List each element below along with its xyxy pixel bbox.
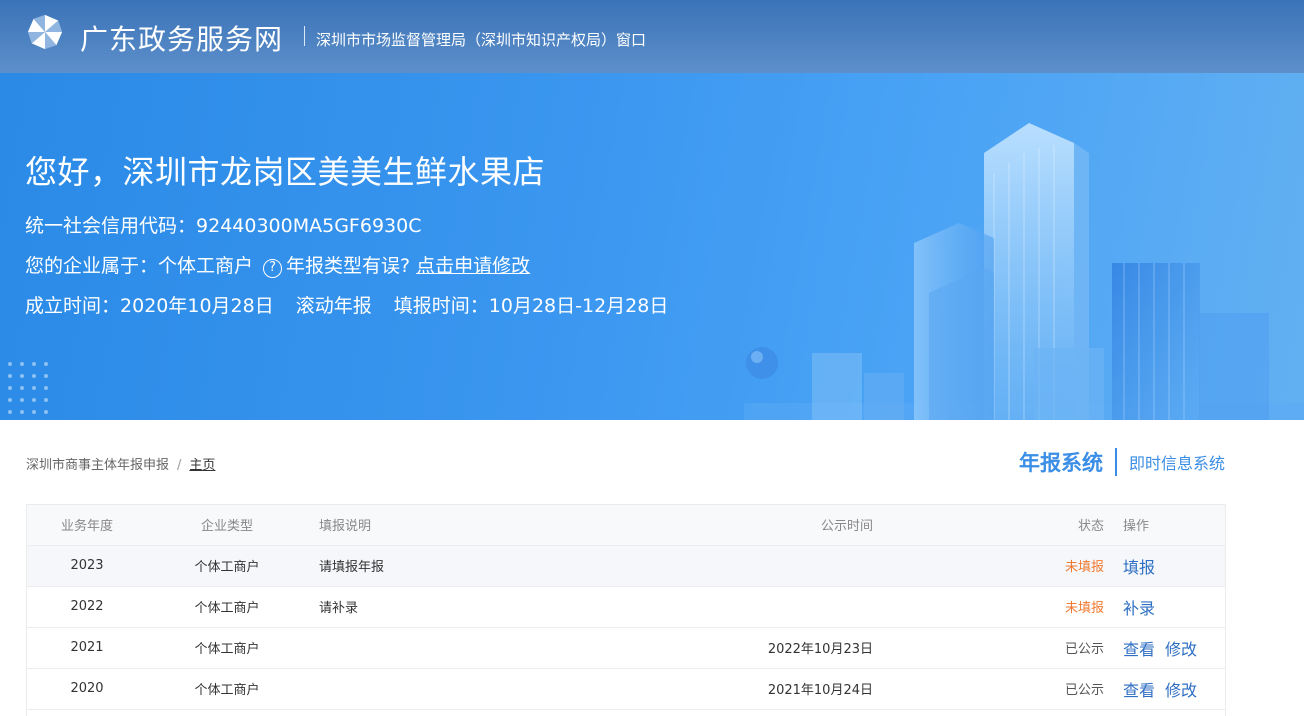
view-button[interactable]: 查看	[1123, 681, 1155, 700]
row-year: 2022	[27, 586, 147, 628]
row-year: 2023	[27, 545, 147, 587]
established-date: 2020年10月28日	[120, 295, 274, 317]
row-type: 个体工商户	[147, 627, 307, 669]
greeting: 您好，深圳市龙岗区美美生鲜水果店	[25, 153, 546, 191]
row-pub	[607, 586, 873, 628]
row-status: 已公示	[873, 627, 1123, 669]
edit-button[interactable]: 修改	[1165, 640, 1197, 659]
established-line: 成立时间：2020年10月28日 滚动年报 填报时间：10月28日-12月28日	[25, 291, 668, 318]
breadcrumb: 深圳市商事主体年报申报 / 主页	[26, 454, 215, 473]
title-divider	[304, 26, 305, 46]
breadcrumb-separator: /	[177, 458, 182, 473]
supplement-button[interactable]: 补录	[1123, 599, 1155, 618]
row-desc	[307, 668, 607, 710]
annual-report-table: 业务年度 企业类型 填报说明 公示时间 状态 操作 2023 个体工商户 请填报…	[26, 504, 1226, 716]
col-year-header: 业务年度	[27, 505, 147, 546]
view-button[interactable]: 查看	[1123, 640, 1155, 659]
row-ops: 查看 修改	[1123, 668, 1225, 710]
col-status-header: 状态	[873, 505, 1123, 546]
col-type-header: 企业类型	[147, 505, 307, 546]
credit-code: 92440300MA5GF6930C	[196, 215, 422, 237]
row-year: 2021	[27, 627, 147, 669]
breadcrumb-parent[interactable]: 深圳市商事主体年报申报	[26, 458, 169, 473]
category-value: 个体工商户	[158, 255, 254, 277]
hero-banner: 您好，深圳市龙岗区美美生鲜水果店 统一社会信用代码：92440300MA5GF6…	[0, 73, 1304, 420]
window-name: 深圳市市场监督管理局（深圳市知识产权局）窗口	[316, 31, 647, 49]
row-type: 个体工商户	[147, 586, 307, 628]
fill-report-button[interactable]: 填报	[1123, 558, 1155, 577]
city-illustration	[744, 123, 1304, 420]
col-pub-header: 公示时间	[607, 505, 873, 546]
row-type: 个体工商户	[147, 668, 307, 710]
edit-button[interactable]: 修改	[1165, 681, 1197, 700]
row-desc: 请补录	[307, 586, 607, 628]
site-name[interactable]: 广东政务服务网	[80, 18, 283, 58]
report-mode: 滚动年报	[295, 295, 372, 317]
table-row: 2023 个体工商户 请填报年报 未填报 填报	[27, 545, 1225, 587]
tab-annual-report-system[interactable]: 年报系统	[1019, 447, 1103, 477]
top-header: 广东政务服务网 深圳市市场监督管理局（深圳市知识产权局）窗口	[0, 0, 1304, 73]
row-ops: 查看 修改	[1123, 627, 1225, 669]
row-ops: 补录	[1123, 586, 1225, 628]
row-desc: 请填报年报	[307, 545, 607, 587]
table-row: 2022 个体工商户 请补录 未填报 补录	[27, 586, 1225, 628]
pinwheel-logo-icon[interactable]	[26, 13, 64, 51]
row-ops: 填报	[1123, 545, 1225, 587]
fill-period: 10月28日-12月28日	[488, 295, 669, 317]
table-header-row: 业务年度 企业类型 填报说明 公示时间 状态 操作	[27, 505, 1225, 546]
system-switch: 年报系统 即时信息系统	[1019, 446, 1225, 478]
col-desc-header: 填报说明	[307, 505, 607, 546]
row-year: 2020	[27, 668, 147, 710]
help-text: 年报类型有误?	[286, 255, 411, 277]
row-desc	[307, 627, 607, 669]
category-label: 您的企业属于：	[25, 255, 159, 277]
table-row: 2021 个体工商户 2022年10月23日 已公示 查看 修改	[27, 627, 1225, 669]
apply-change-link[interactable]: 点击申请修改	[416, 255, 530, 277]
decorative-dots	[8, 362, 48, 414]
col-op-header: 操作	[1123, 505, 1225, 546]
row-status: 未填报	[873, 545, 1123, 587]
row-pub	[607, 545, 873, 587]
category-line: 您的企业属于：个体工商户? 年报类型有误? 点击申请修改	[25, 251, 530, 278]
row-status: 已公示	[873, 668, 1123, 710]
system-divider	[1114, 448, 1117, 476]
tab-instant-info-system[interactable]: 即时信息系统	[1129, 450, 1225, 474]
row-status: 未填报	[873, 586, 1123, 628]
fill-period-label: 填报时间：	[393, 295, 489, 317]
credit-code-line: 统一社会信用代码：92440300MA5GF6930C	[25, 211, 421, 238]
row-pub: 2021年10月24日	[607, 668, 873, 710]
question-icon: ?	[263, 259, 283, 278]
row-type: 个体工商户	[147, 545, 307, 587]
row-pub: 2022年10月23日	[607, 627, 873, 669]
breadcrumb-home[interactable]: 主页	[189, 458, 215, 473]
credit-code-label: 统一社会信用代码：	[25, 215, 197, 237]
table-row: 2020 个体工商户 2021年10月24日 已公示 查看 修改	[27, 668, 1225, 710]
established-label: 成立时间：	[25, 295, 121, 317]
